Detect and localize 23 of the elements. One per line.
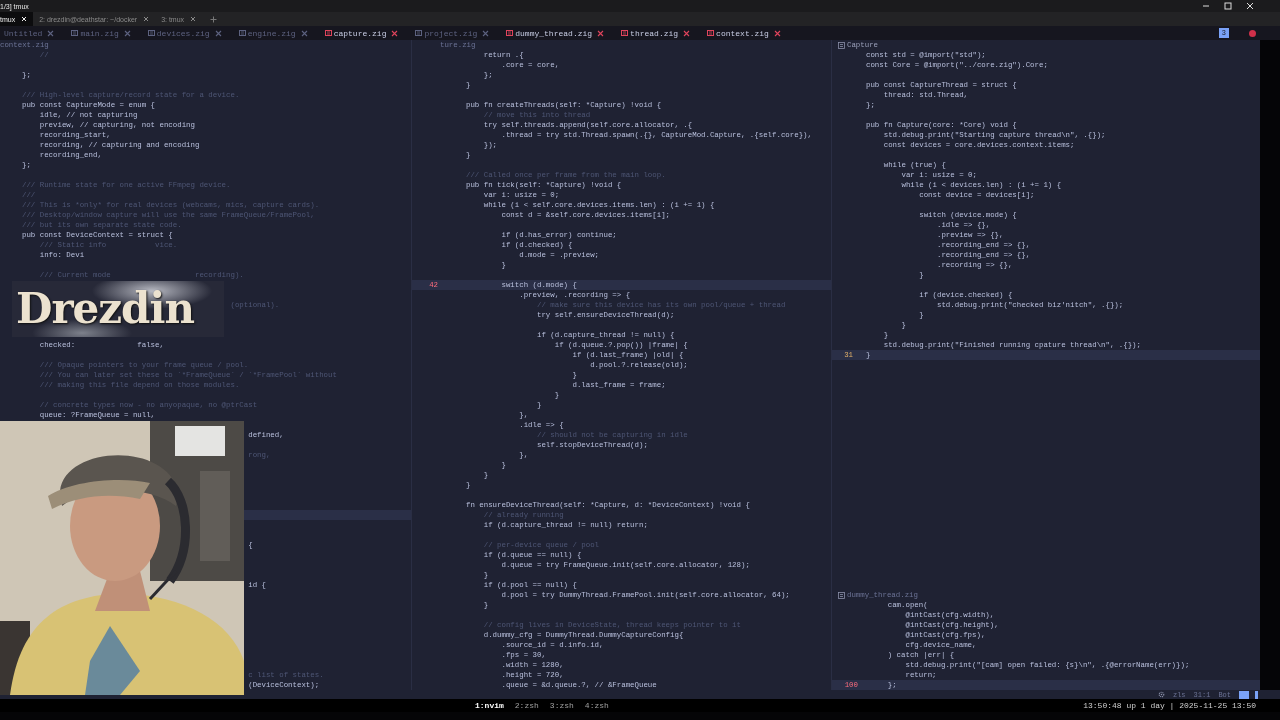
minimize-icon[interactable]	[1202, 2, 1210, 10]
file-icon	[415, 30, 423, 36]
maximize-icon[interactable]	[1224, 2, 1232, 10]
tmux-window[interactable]: 2:zsh	[514, 701, 539, 710]
tmux-window[interactable]: 3:zsh	[549, 701, 574, 710]
stream-logo: Drezdin	[12, 281, 224, 337]
file-icon	[71, 30, 79, 36]
file-icon	[506, 30, 514, 36]
file-icon	[707, 30, 715, 36]
file-tab[interactable]: capture.zig	[320, 28, 403, 38]
gear-icon	[1157, 691, 1165, 698]
file-tab[interactable]: dummy_thread.zig	[502, 28, 609, 38]
tmux-window[interactable]: 1:nvim	[475, 701, 504, 710]
file-icon	[324, 30, 332, 36]
file-tab[interactable]: context.zig	[703, 28, 785, 38]
file-icon	[238, 30, 246, 36]
file-tab[interactable]: thread.zig	[617, 28, 695, 38]
file-icon	[147, 30, 155, 36]
tmux-status: 13:50:48 up 1 day | 2025-11-25 13:50	[1083, 701, 1257, 710]
tmux-window[interactable]: 4:zsh	[584, 701, 609, 710]
plus-icon[interactable]	[210, 15, 218, 23]
dot-icon	[1249, 29, 1256, 37]
file-icon	[621, 30, 629, 36]
